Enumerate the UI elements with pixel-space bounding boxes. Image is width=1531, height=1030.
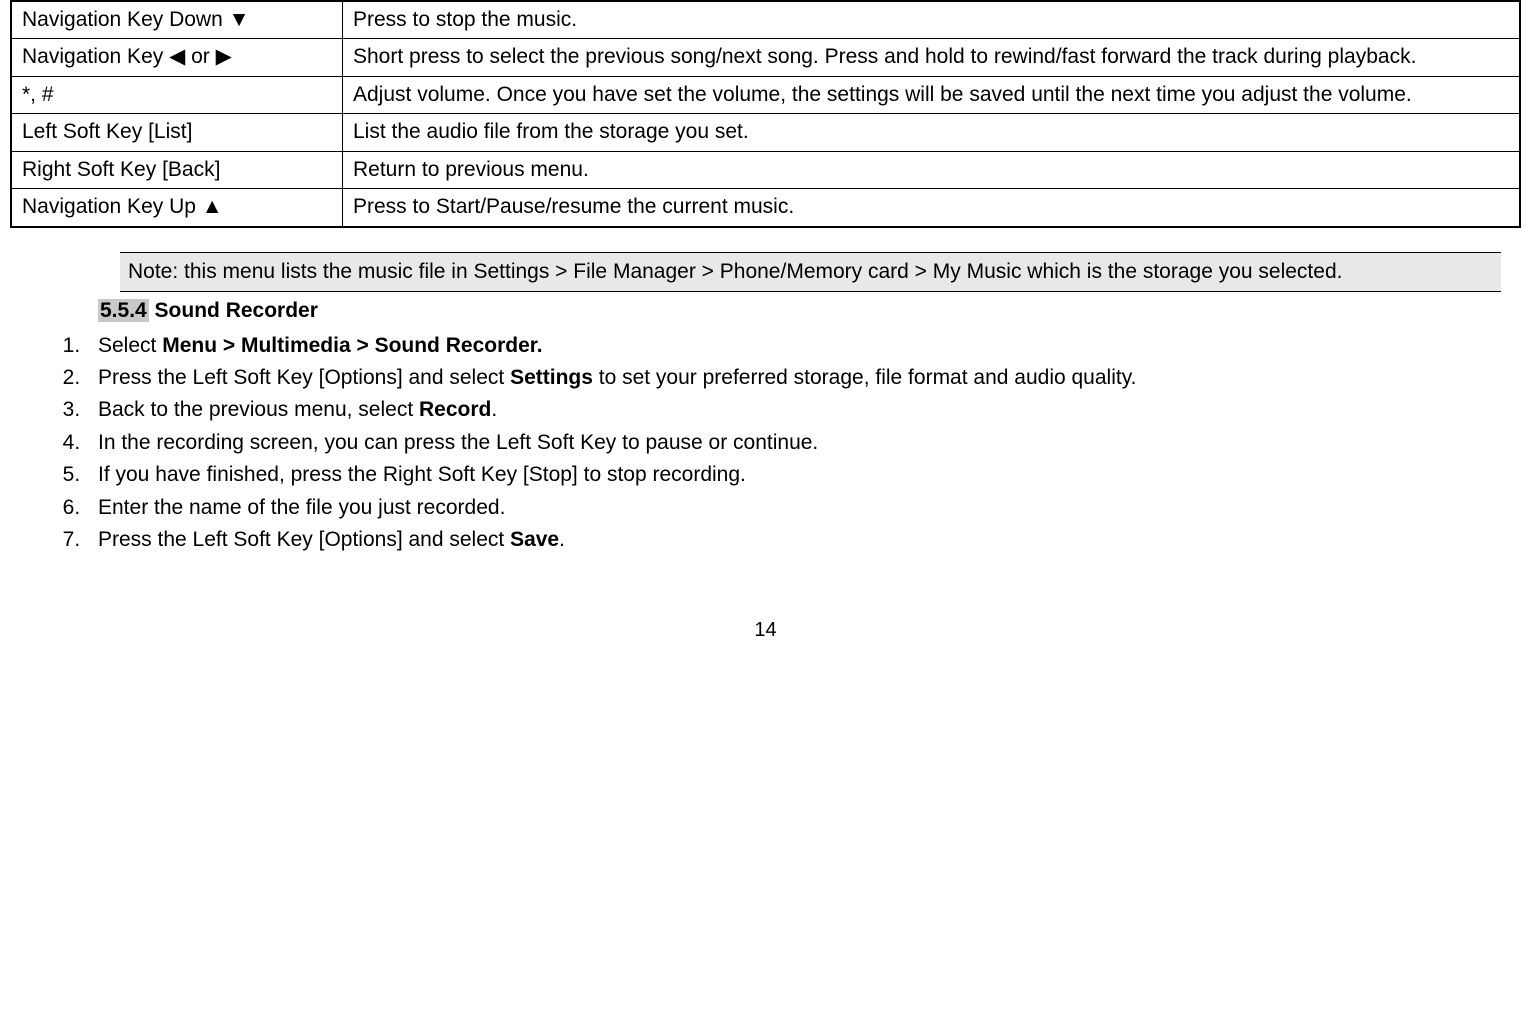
section-heading: 5.5.4 Sound Recorder xyxy=(98,296,1521,326)
desc-cell: Return to previous menu. xyxy=(343,151,1521,188)
list-item: Press the Left Soft Key [Options] and se… xyxy=(86,525,1501,555)
desc-cell: Adjust volume. Once you have set the vol… xyxy=(343,76,1521,113)
note-text: Note: this menu lists the music file in … xyxy=(128,260,1342,283)
section-number: 5.5.4 xyxy=(98,299,149,322)
table-row: Navigation Key ◀ or ▶ Short press to sel… xyxy=(11,39,1520,76)
step-text: If you have finished, press the Right So… xyxy=(98,463,746,486)
section-title: Sound Recorder xyxy=(149,299,318,322)
step-bold: Settings xyxy=(510,366,593,389)
step-text: to set your preferred storage, file form… xyxy=(593,366,1137,389)
table-row: Navigation Key Down ▼ Press to stop the … xyxy=(11,1,1520,39)
key-cell: Left Soft Key [List] xyxy=(11,114,343,151)
list-item: Enter the name of the file you just reco… xyxy=(86,493,1501,523)
key-function-table: Navigation Key Down ▼ Press to stop the … xyxy=(10,0,1521,228)
list-item: Press the Left Soft Key [Options] and se… xyxy=(86,363,1501,393)
step-bold: Record xyxy=(419,398,491,421)
desc-cell: Short press to select the previous song/… xyxy=(343,39,1521,76)
step-text: Back to the previous menu, select xyxy=(98,398,419,421)
table-row: Navigation Key Up ▲ Press to Start/Pause… xyxy=(11,189,1520,227)
table-row: *, # Adjust volume. Once you have set th… xyxy=(11,76,1520,113)
key-cell: Navigation Key ◀ or ▶ xyxy=(11,39,343,76)
note-box: Note: this menu lists the music file in … xyxy=(120,252,1501,292)
table-row: Left Soft Key [List] List the audio file… xyxy=(11,114,1520,151)
page-number: 14 xyxy=(10,616,1521,645)
key-cell: Navigation Key Down ▼ xyxy=(11,1,343,39)
list-item: Back to the previous menu, select Record… xyxy=(86,395,1501,425)
list-item: In the recording screen, you can press t… xyxy=(86,428,1501,458)
table-row: Right Soft Key [Back] Return to previous… xyxy=(11,151,1520,188)
step-text: In the recording screen, you can press t… xyxy=(98,431,818,454)
desc-cell: List the audio file from the storage you… xyxy=(343,114,1521,151)
key-cell: Navigation Key Up ▲ xyxy=(11,189,343,227)
key-cell: Right Soft Key [Back] xyxy=(11,151,343,188)
key-cell: *, # xyxy=(11,76,343,113)
list-item: Select Menu > Multimedia > Sound Recorde… xyxy=(86,331,1501,361)
list-item: If you have finished, press the Right So… xyxy=(86,460,1501,490)
desc-cell: Press to stop the music. xyxy=(343,1,1521,39)
steps-list: Select Menu > Multimedia > Sound Recorde… xyxy=(46,331,1501,556)
step-text: Select xyxy=(98,334,162,357)
step-text: Press the Left Soft Key [Options] and se… xyxy=(98,366,510,389)
step-text: Press the Left Soft Key [Options] and se… xyxy=(98,528,510,551)
step-text: . xyxy=(491,398,497,421)
step-text: Enter the name of the file you just reco… xyxy=(98,496,505,519)
step-text: . xyxy=(559,528,565,551)
desc-cell: Press to Start/Pause/resume the current … xyxy=(343,189,1521,227)
step-bold: Menu > Multimedia > Sound Recorder. xyxy=(162,334,542,357)
step-bold: Save xyxy=(510,528,559,551)
